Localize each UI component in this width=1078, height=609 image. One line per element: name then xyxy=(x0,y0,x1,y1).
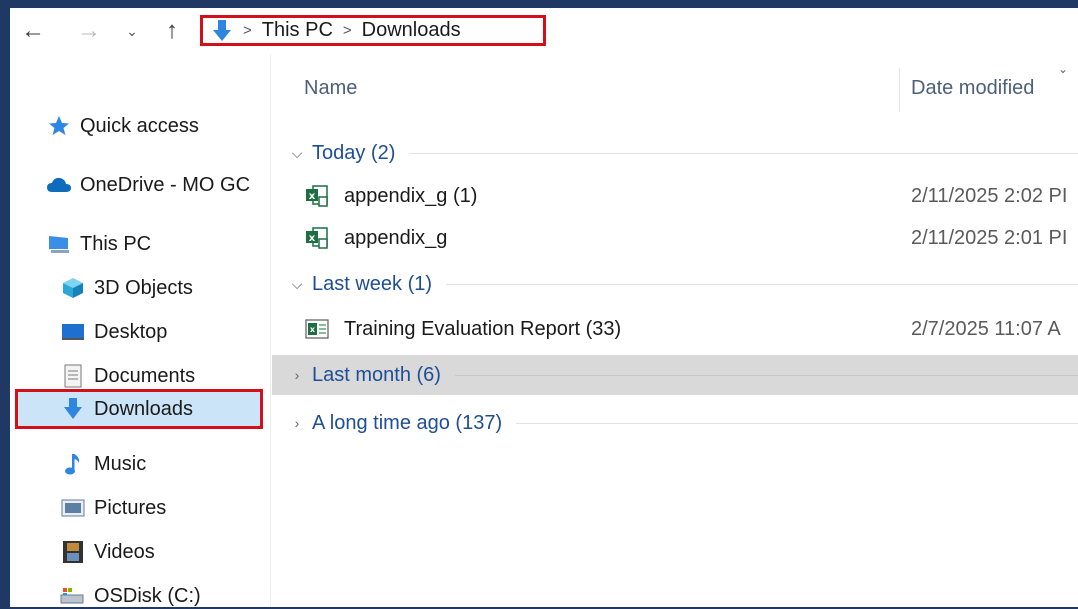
document-icon xyxy=(60,364,86,388)
pictures-icon xyxy=(60,496,86,520)
svg-text:x: x xyxy=(310,325,316,334)
up-button[interactable]: ↑ xyxy=(160,14,184,48)
forward-button[interactable]: → xyxy=(76,14,102,48)
column-divider[interactable] xyxy=(899,68,900,112)
sidebar-item-label: Quick access xyxy=(80,114,199,137)
sidebar-item-label: 3D Objects xyxy=(94,276,193,299)
pane-divider[interactable] xyxy=(270,54,271,607)
excel-workbook-icon: x xyxy=(305,319,329,339)
chevron-right-icon: › xyxy=(294,367,300,383)
address-bar-row: ← → ⌄ ↑ > This PC > Downloads xyxy=(10,8,1078,54)
excel-csv-icon: x xyxy=(306,227,328,249)
sidebar-item-quick-access[interactable]: Quick access xyxy=(10,106,306,146)
desktop-icon xyxy=(60,320,86,344)
group-header-last-month[interactable]: › Last month (6) xyxy=(272,355,1078,395)
address-input-area[interactable] xyxy=(546,15,1078,46)
sidebar-item-this-pc[interactable]: This PC xyxy=(10,224,306,264)
file-row[interactable]: x appendix_g 2/11/2025 2:01 PI xyxy=(272,220,1078,256)
file-name: appendix_g xyxy=(344,226,448,249)
group-divider-line xyxy=(409,152,1078,154)
film-icon xyxy=(60,540,86,564)
sidebar-item-label: Documents xyxy=(94,364,196,387)
sidebar-item-onedrive[interactable]: OneDrive - MO GC xyxy=(10,165,306,205)
group-header-today[interactable]: ⌵ Today (2) xyxy=(272,133,1078,173)
group-title: Last week (1) xyxy=(312,272,433,295)
sidebar-item-label: This PC xyxy=(80,232,152,255)
chevron-down-icon: ⌵ xyxy=(291,275,303,292)
svg-text:x: x xyxy=(309,191,316,202)
star-icon xyxy=(46,114,72,138)
sidebar-item-label: OneDrive - MO GC xyxy=(80,173,251,196)
file-row[interactable]: x Training Evaluation Report (33) 2/7/20… xyxy=(272,311,1078,347)
file-explorer-window: ← → ⌄ ↑ > This PC > Downloads Quick acce… xyxy=(10,8,1078,607)
back-button[interactable]: ← xyxy=(20,14,46,48)
group-header-last-week[interactable]: ⌵ Last week (1) xyxy=(272,264,1078,304)
recent-locations-button[interactable]: ⌄ xyxy=(122,14,142,48)
file-row[interactable]: x appendix_g (1) 2/11/2025 2:02 PI xyxy=(272,178,1078,214)
svg-text:x: x xyxy=(309,233,316,244)
downloads-arrow-icon xyxy=(213,19,231,41)
column-header-row: Name ⌄ Date modified xyxy=(272,54,1078,120)
file-date: 2/11/2025 2:02 PI xyxy=(911,184,1068,207)
group-title: A long time ago (137) xyxy=(312,411,503,434)
cloud-icon xyxy=(46,173,72,197)
chevron-right-icon: › xyxy=(294,415,300,431)
computer-icon xyxy=(46,232,72,256)
group-divider-line xyxy=(446,283,1078,285)
breadcrumb-this-pc[interactable]: This PC xyxy=(262,19,333,42)
group-divider-line xyxy=(454,374,1078,376)
group-title: Last month (6) xyxy=(312,363,441,386)
breadcrumb[interactable]: > This PC > Downloads xyxy=(200,15,546,46)
excel-csv-icon: x xyxy=(306,185,328,207)
file-date: 2/11/2025 2:01 PI xyxy=(911,226,1068,249)
breadcrumb-separator: > xyxy=(342,22,352,39)
music-note-icon xyxy=(60,452,86,476)
file-name: appendix_g (1) xyxy=(344,184,478,207)
group-header-long-ago[interactable]: › A long time ago (137) xyxy=(272,403,1078,443)
sidebar-item-label: Music xyxy=(94,452,147,475)
breadcrumb-separator: > xyxy=(243,22,252,39)
file-name: Training Evaluation Report (33) xyxy=(344,317,622,340)
cube-icon xyxy=(60,276,86,300)
group-divider-line xyxy=(516,422,1078,424)
file-date: 2/7/2025 11:07 A xyxy=(911,317,1061,340)
file-list: Name ⌄ Date modified ⌵ Today (2) x appen… xyxy=(272,54,1078,607)
drive-icon xyxy=(60,584,86,607)
sidebar-item-label: Desktop xyxy=(94,320,168,343)
column-header-date-modified[interactable]: Date modified xyxy=(911,77,1034,100)
chevron-down-icon: ⌵ xyxy=(291,144,303,161)
group-title: Today (2) xyxy=(312,141,396,164)
sidebar-item-label: Pictures xyxy=(94,496,167,519)
column-header-name[interactable]: Name xyxy=(304,77,357,100)
sort-chevron-icon: ⌄ xyxy=(1058,62,1069,76)
sidebar-item-label: Downloads xyxy=(94,397,193,420)
navigation-pane: Quick access OneDrive - MO GC This PC 3D… xyxy=(10,54,270,607)
sidebar-item-label: Videos xyxy=(94,540,155,563)
downloads-arrow-icon xyxy=(60,397,86,421)
sidebar-item-label: OSDisk (C:) xyxy=(94,584,201,607)
breadcrumb-downloads[interactable]: Downloads xyxy=(362,19,461,42)
